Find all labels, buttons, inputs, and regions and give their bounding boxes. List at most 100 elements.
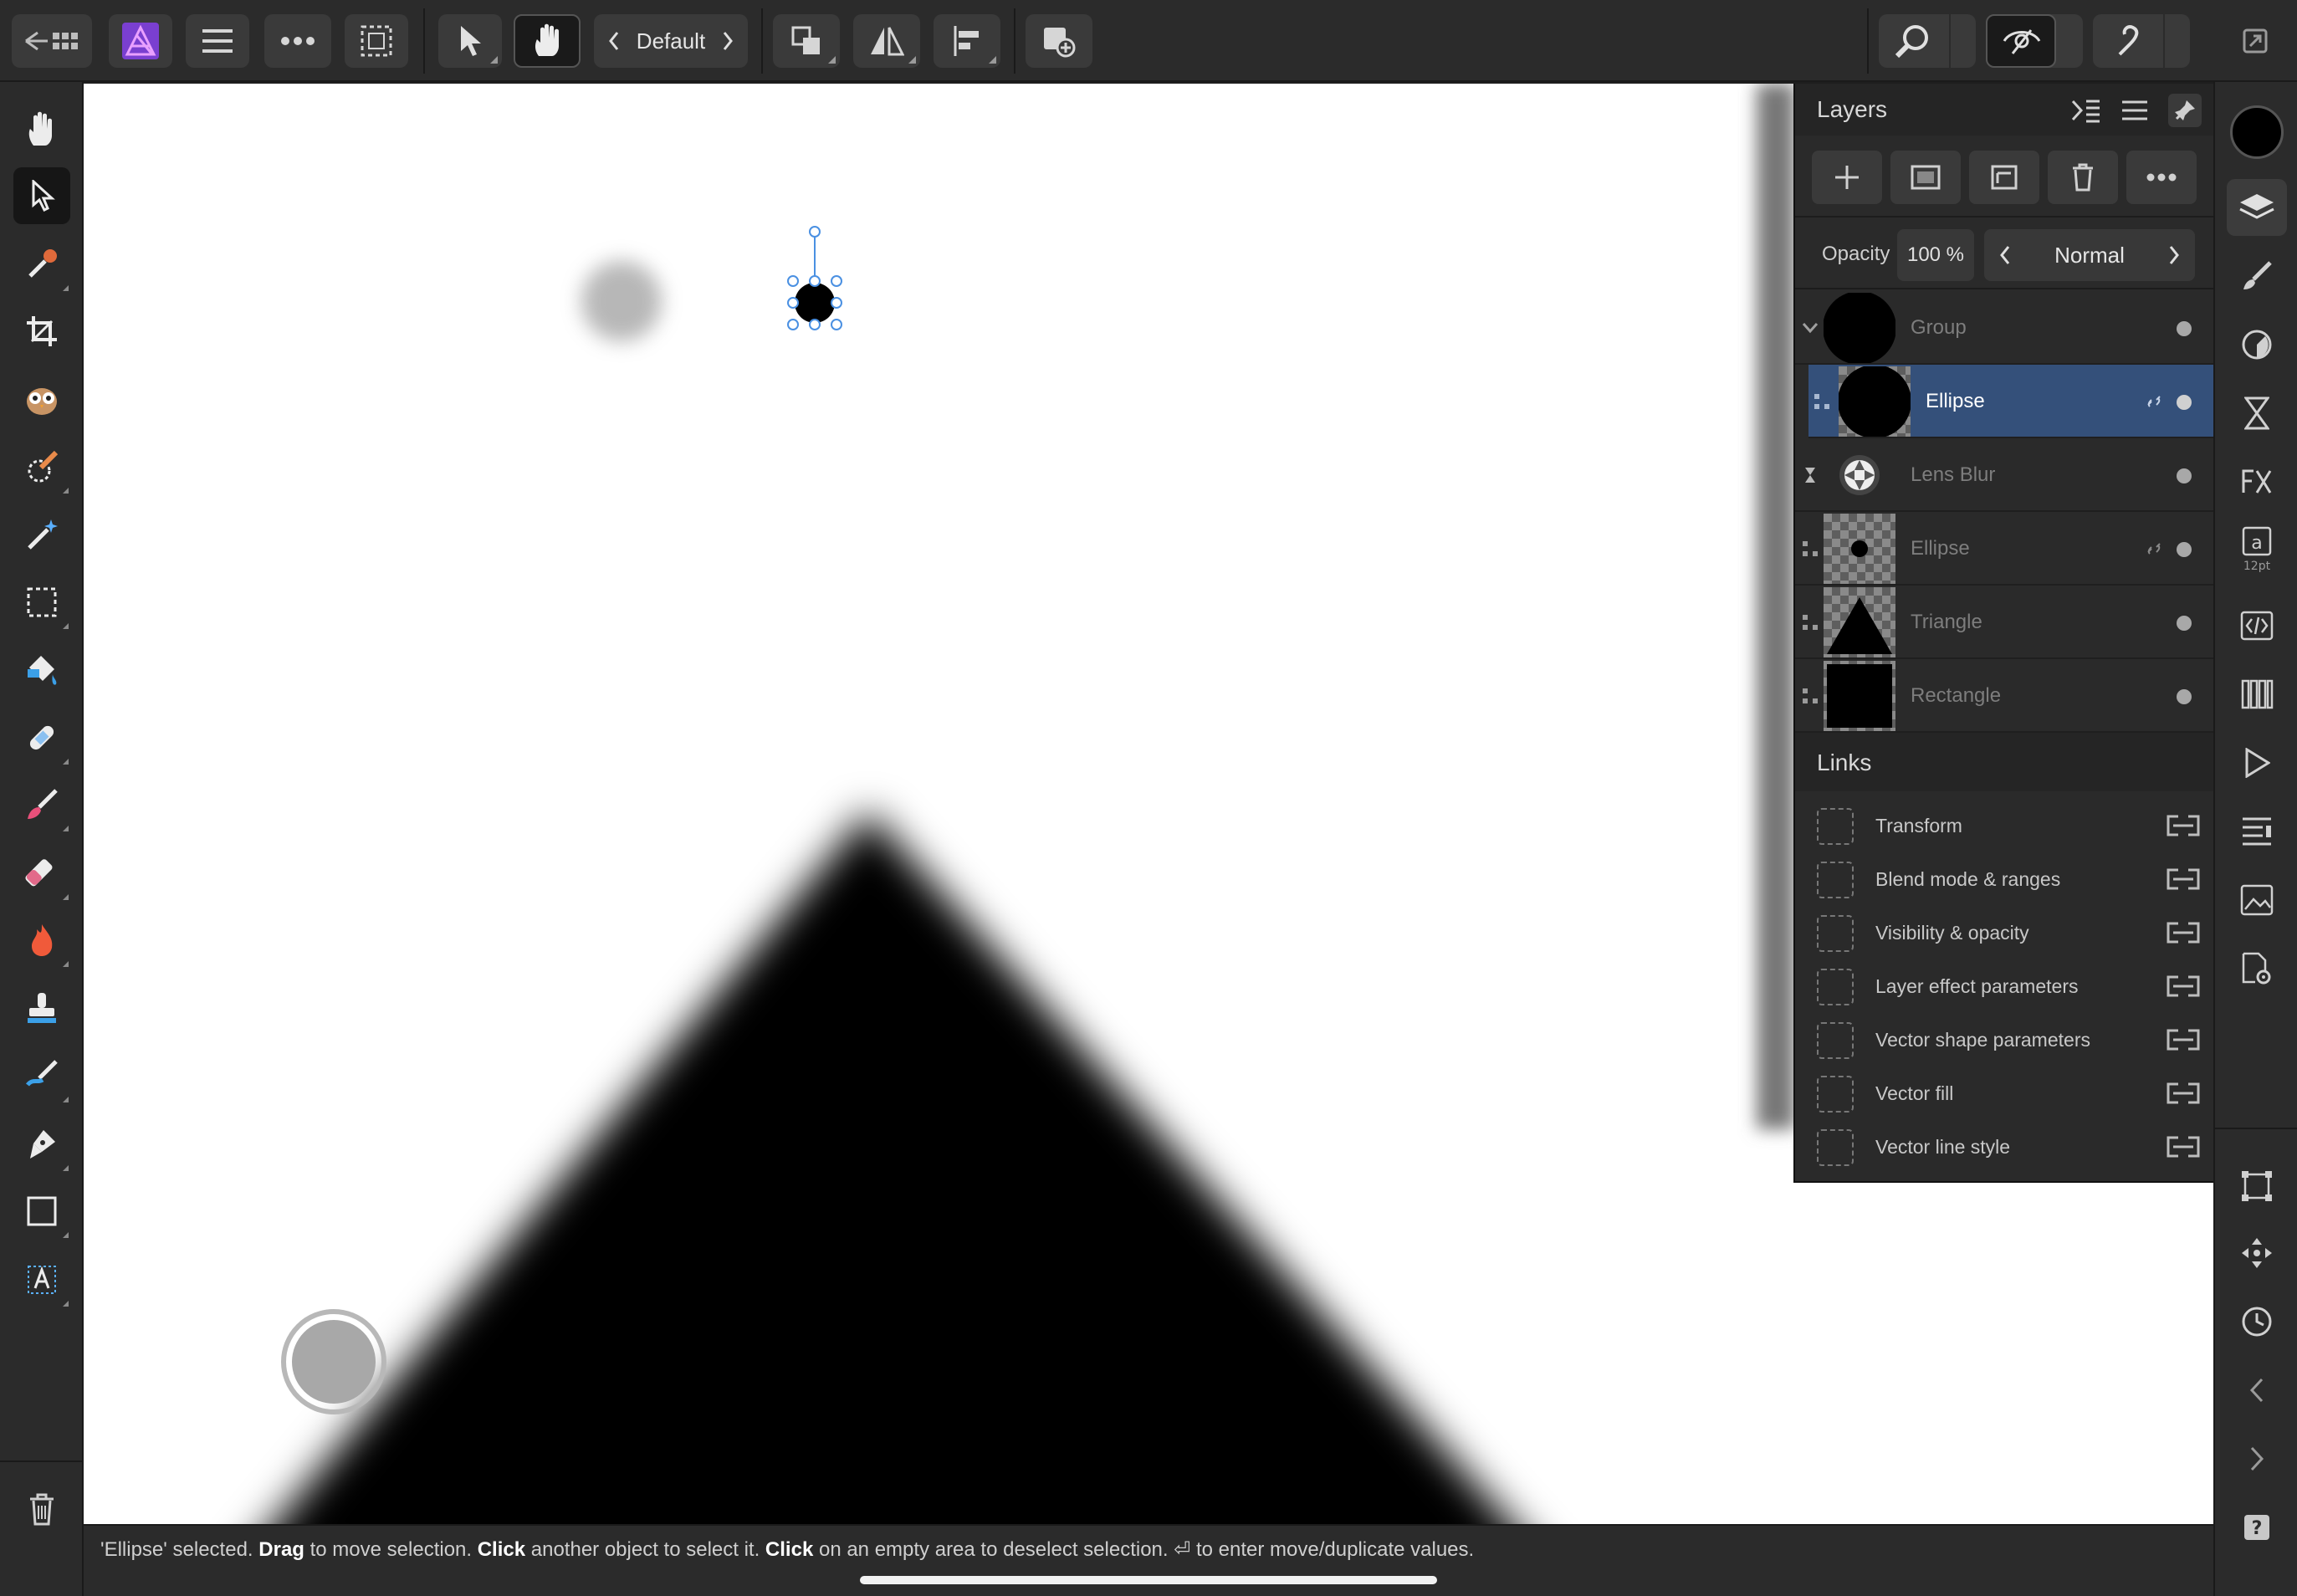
collapse-panel-button[interactable]	[2069, 94, 2103, 127]
back-to-documents-button[interactable]	[12, 14, 92, 68]
layer-more-button[interactable]	[2126, 151, 2197, 204]
delete-layer-button[interactable]	[2048, 151, 2118, 204]
burn-tool[interactable]	[13, 912, 70, 969]
link-checkbox[interactable]	[1817, 1022, 1854, 1059]
visibility-toggle[interactable]	[2177, 689, 2192, 704]
blurred-triangle[interactable]	[234, 811, 1556, 1524]
unlinked-chain-icon[interactable]	[2165, 867, 2202, 892]
layers-studio-button[interactable]	[2227, 179, 2287, 236]
fullscreen-button[interactable]	[2230, 14, 2280, 68]
zoom-button[interactable]	[1879, 14, 1976, 68]
owl-tool[interactable]	[13, 371, 70, 428]
add-mask-button[interactable]	[1890, 151, 1961, 204]
brushes-studio-button[interactable]	[2227, 248, 2287, 304]
unlinked-chain-icon[interactable]	[2165, 813, 2202, 838]
link-checkbox[interactable]	[1817, 969, 1854, 1005]
layer-row-ellipse[interactable]: Ellipse	[1795, 512, 2215, 586]
rotate-handle[interactable]	[809, 226, 821, 238]
code-studio-button[interactable]	[2227, 597, 2287, 654]
link-item-vector-shape[interactable]: Vector shape parameters	[1795, 1012, 2215, 1066]
menu-button[interactable]	[186, 14, 249, 68]
paint-brush-tool[interactable]	[13, 776, 70, 833]
adjustments-studio-button[interactable]	[2227, 316, 2287, 373]
selection-mode-button[interactable]	[345, 14, 408, 68]
insert-button[interactable]	[1026, 14, 1092, 68]
link-item-visibility[interactable]: Visibility & opacity	[1795, 905, 2215, 959]
blend-mode-selector[interactable]: Normal	[1984, 229, 2195, 281]
crop-tool[interactable]	[13, 303, 70, 360]
link-checkbox[interactable]	[1817, 1129, 1854, 1166]
touch-modifier-button[interactable]	[514, 14, 581, 68]
transform-studio-button[interactable]	[2227, 1158, 2287, 1215]
move-tool[interactable]	[13, 167, 70, 224]
macro-studio-button[interactable]	[2227, 734, 2287, 791]
persona-switcher[interactable]: Default	[594, 14, 748, 68]
link-item-vector-line-style[interactable]: Vector line style	[1795, 1119, 2215, 1173]
smudge-tool[interactable]	[13, 1047, 70, 1104]
navigator-studio-button[interactable]	[2227, 872, 2287, 928]
layer-row-rectangle[interactable]: Rectangle	[1795, 659, 2215, 733]
arrange-button[interactable]	[773, 14, 840, 68]
view-tool[interactable]	[13, 100, 70, 157]
selection-brush-tool[interactable]	[13, 438, 70, 495]
add-layer-button[interactable]	[1812, 151, 1882, 204]
erase-tool[interactable]	[13, 845, 70, 902]
home-indicator[interactable]	[860, 1576, 1437, 1584]
layer-row-group[interactable]: Group	[1795, 291, 2215, 365]
clone-tool[interactable]	[13, 980, 70, 1037]
effects-studio-button[interactable]	[2227, 453, 2287, 510]
view-mode-button[interactable]	[1986, 14, 2083, 68]
history-list-studio-button[interactable]	[2227, 803, 2287, 860]
channels-studio-button[interactable]	[2227, 666, 2287, 723]
visibility-toggle[interactable]	[2177, 542, 2192, 557]
visibility-toggle[interactable]	[2177, 468, 2192, 483]
flip-button[interactable]	[853, 14, 920, 68]
history-studio-button[interactable]	[2227, 1293, 2287, 1350]
layer-row-triangle[interactable]: Triangle	[1795, 586, 2215, 659]
layer-row-lens-blur[interactable]: Lens Blur	[1795, 438, 2215, 512]
layer-row-ellipse-selected[interactable]: Ellipse	[1795, 365, 2215, 438]
link-item-layer-effect[interactable]: Layer effect parameters	[1795, 959, 2215, 1012]
link-item-transform[interactable]: Transform	[1795, 798, 2215, 852]
panel-menu-button[interactable]	[2118, 94, 2151, 127]
touch-modifier-control[interactable]	[281, 1309, 386, 1414]
rectangular-marquee-tool[interactable]	[13, 574, 70, 631]
undo-button[interactable]	[2227, 1362, 2287, 1419]
pen-tool[interactable]	[13, 1116, 70, 1173]
filters-studio-button[interactable]	[2227, 385, 2287, 442]
delete-tool[interactable]	[13, 1481, 70, 1537]
redo-button[interactable]	[2227, 1430, 2287, 1487]
visibility-toggle[interactable]	[2177, 395, 2192, 410]
opacity-field[interactable]: 100 %	[1897, 229, 1974, 281]
visibility-toggle[interactable]	[2177, 616, 2192, 631]
unlinked-chain-icon[interactable]	[2165, 974, 2202, 999]
unlinked-chain-icon[interactable]	[2165, 1081, 2202, 1106]
align-button[interactable]	[934, 14, 1000, 68]
document-settings-button[interactable]	[2227, 940, 2287, 997]
assist-button[interactable]	[2093, 14, 2190, 68]
more-button[interactable]	[264, 14, 331, 68]
add-group-button[interactable]	[1969, 151, 2039, 204]
help-button[interactable]: ?	[2227, 1499, 2287, 1556]
primary-color-well[interactable]	[2230, 105, 2284, 159]
link-item-blend-mode[interactable]: Blend mode & ranges	[1795, 852, 2215, 905]
link-item-vector-fill[interactable]: Vector fill	[1795, 1066, 2215, 1119]
move-tool-button[interactable]	[438, 14, 502, 68]
expand-group-toggle[interactable]	[1800, 318, 1820, 338]
app-logo-button[interactable]	[109, 14, 172, 68]
healing-tool[interactable]	[13, 709, 70, 766]
link-checkbox[interactable]	[1817, 915, 1854, 952]
blend-next-button[interactable]	[2161, 241, 2187, 269]
unlinked-chain-icon[interactable]	[2165, 920, 2202, 945]
color-picker-tool[interactable]	[13, 236, 70, 293]
unlinked-chain-icon[interactable]	[2165, 1134, 2202, 1159]
text-tool[interactable]	[13, 1251, 70, 1308]
magic-wand-tool[interactable]	[13, 505, 70, 562]
pin-panel-button[interactable]	[2168, 94, 2202, 127]
rectangle-tool[interactable]	[13, 1183, 70, 1240]
flood-fill-tool[interactable]	[13, 641, 70, 698]
visibility-toggle[interactable]	[2177, 321, 2192, 336]
move-nudge-button[interactable]	[2227, 1225, 2287, 1281]
link-checkbox[interactable]	[1817, 1076, 1854, 1113]
link-checkbox[interactable]	[1817, 862, 1854, 898]
